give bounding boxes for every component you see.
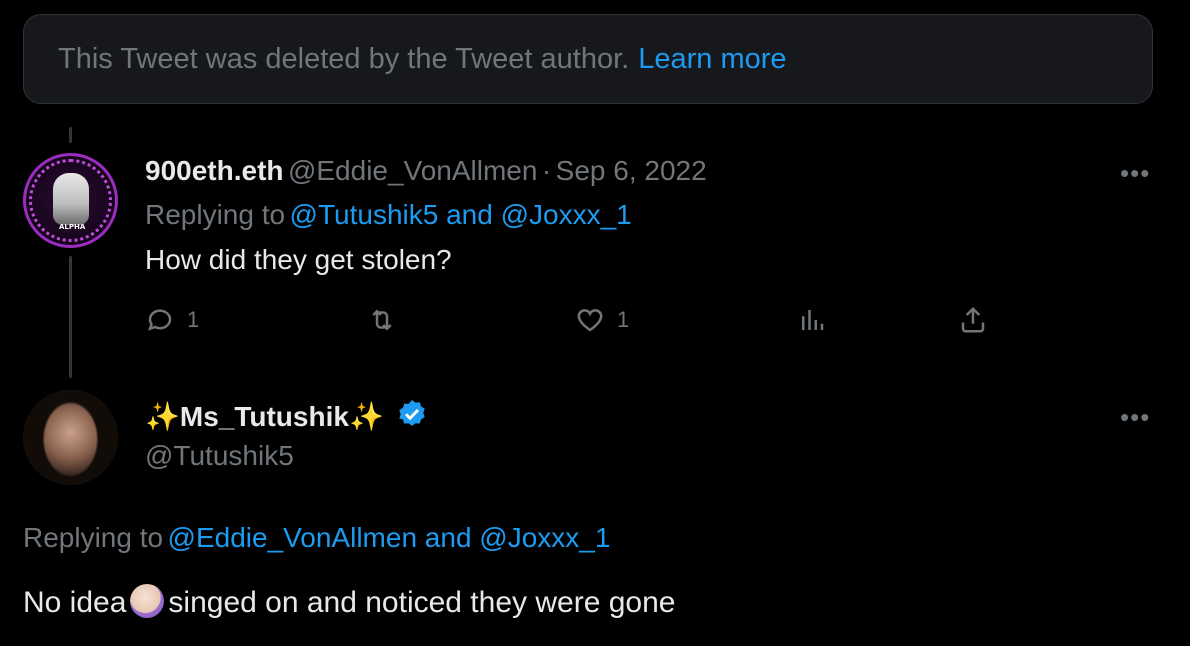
tweet1-more-button[interactable]: ••• [1120,158,1150,189]
views-icon [802,310,824,330]
like-button[interactable]: 1 [575,305,629,335]
tweet1-action-bar: 1 1 [145,305,1005,345]
tweet1-separator: · [541,155,552,186]
tweet1-display-name[interactable]: 900eth.eth [145,155,284,186]
tweet2-body: No idea singed on and noticed they were g… [23,584,675,620]
reply-count: 1 [187,307,200,332]
tweet2-replying-to-links[interactable]: @Eddie_VonAllmen and @Joxxx_1 [168,522,611,553]
tweet1-date[interactable]: Sep 6, 2022 [556,155,707,186]
tweet2-body-after: singed on and noticed they were gone [168,586,676,619]
learn-more-link[interactable]: Learn more [638,43,786,76]
tweet2-body-before: No idea [23,586,127,619]
thread-connector-top [69,127,72,143]
deleted-notice-text: This Tweet was deleted by the Tweet auth… [58,42,630,75]
tweet2-replying-prefix: Replying to [23,522,164,553]
retweet-button[interactable] [367,305,409,335]
tweet2-display-name[interactable]: Ms_Tutushik [180,401,349,432]
tweet1-replying-prefix: Replying to [145,199,286,230]
facepalm-emoji [130,584,165,618]
avatar-portrait [23,390,118,485]
share-icon [961,306,985,333]
reply-button[interactable]: 1 [145,305,199,335]
verified-badge-icon[interactable] [396,398,428,430]
sparkle-emoji-right: ✨ [348,401,384,432]
deleted-tweet-notice: This Tweet was deleted by the Tweet auth… [23,14,1153,104]
share-button[interactable] [958,305,1000,335]
thread-connector [69,256,72,378]
tweet2-handle[interactable]: @Tutushik5 [145,440,294,472]
like-icon [577,309,603,332]
tweet1-replying-to-links[interactable]: @Tutushik5 and @Joxxx_1 [290,199,632,230]
like-count: 1 [617,307,630,332]
tweet2-header: ✨Ms_Tutushik✨ [145,398,428,433]
tweet2-more-button[interactable]: ••• [1120,402,1150,433]
avatar-figure [53,173,89,225]
avatar-badge-text: ALPHA [59,223,86,231]
retweet-icon [372,309,392,331]
tweet1-body: How did they get stolen? [145,244,452,275]
views-button[interactable] [797,305,839,335]
avatar-ms-tutushik[interactable] [23,390,118,485]
avatar-900eth[interactable]: ALPHA [23,153,118,248]
tweet1-header: 900eth.eth @Eddie_VonAllmen · Sep 6, 202… [145,155,707,187]
sparkle-emoji-left: ✨ [145,401,180,432]
tweet2-replying: Replying to @Eddie_VonAllmen and @Joxxx_… [23,522,610,554]
reply-icon [148,309,172,331]
tweet1-replying: Replying to @Tutushik5 and @Joxxx_1 [145,199,632,231]
tweet1-handle[interactable]: @Eddie_VonAllmen [288,155,537,186]
